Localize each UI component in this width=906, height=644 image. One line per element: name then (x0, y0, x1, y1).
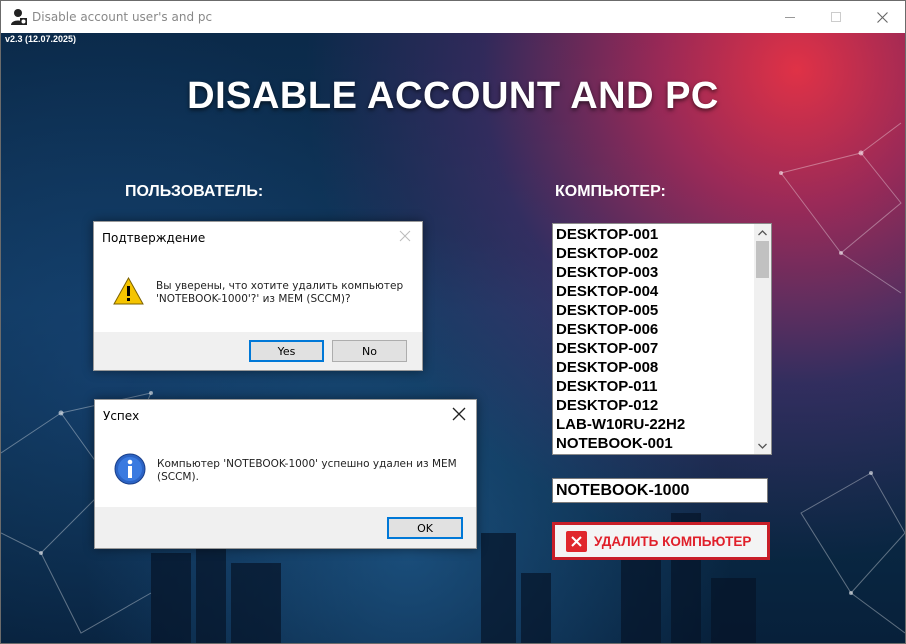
computer-list-item[interactable]: DESKTOP-008 (556, 358, 751, 377)
user-section-label: ПОЛЬЗОВАТЕЛЬ: (125, 183, 264, 200)
computer-list-item[interactable]: DESKTOP-006 (556, 320, 751, 339)
success-dialog-title: Успех (103, 409, 140, 423)
info-icon (114, 453, 146, 485)
chevron-up-icon (758, 229, 767, 235)
close-icon[interactable] (451, 406, 467, 422)
computer-name-input[interactable]: NOTEBOOK-1000 (552, 478, 768, 503)
computer-list-item[interactable]: DESKTOP-003 (556, 263, 751, 282)
success-message-line1: Компьютер 'NOTEBOOK-1000' успешно удален… (157, 458, 457, 470)
computer-list-item[interactable]: NOTEBOOK-001 (556, 434, 751, 453)
no-button[interactable]: No (332, 340, 407, 362)
confirm-dialog-footer: Yes No (94, 332, 422, 370)
yes-button[interactable]: Yes (249, 340, 324, 362)
delete-computer-label: УДАЛИТЬ КОМПЬЮТЕР (594, 533, 752, 549)
confirm-message-line1: Вы уверены, что хотите удалить компьютер (156, 280, 404, 292)
title-bar[interactable]: Disable account user's and pc (1, 1, 905, 33)
minimize-icon (784, 16, 795, 18)
computer-list-items: DESKTOP-001 DESKTOP-002 DESKTOP-003 DESKTOP… (556, 225, 751, 453)
computer-list-item[interactable]: DESKTOP-001 (556, 225, 751, 244)
close-icon (876, 11, 888, 23)
minimize-button[interactable] (767, 1, 813, 33)
close-button[interactable] (859, 1, 905, 33)
computer-list-item[interactable]: DESKTOP-002 (556, 244, 751, 263)
computer-list-item[interactable]: DESKTOP-005 (556, 301, 751, 320)
chevron-down-icon (758, 443, 767, 449)
confirm-dialog: Подтверждение Вы уверены, что хотите уда… (93, 221, 423, 371)
computer-list-item[interactable]: DESKTOP-012 (556, 396, 751, 415)
window-title: Disable account user's and pc (32, 10, 213, 24)
confirm-dialog-title: Подтверждение (102, 231, 206, 245)
success-message-line2: (SCCM). (157, 471, 199, 483)
version-label: v2.3 (12.07.2025) (5, 34, 77, 44)
success-dialog: Успех Компьютер 'NOTEBOOK-1000' успешно … (94, 399, 477, 549)
close-icon[interactable] (397, 228, 413, 244)
delete-icon (566, 530, 587, 552)
maximize-icon (830, 11, 841, 22)
delete-computer-button[interactable]: УДАЛИТЬ КОМПЬЮТЕР (552, 522, 770, 560)
confirm-message: Вы уверены, что хотите удалить компьютер… (156, 280, 403, 306)
computer-list-item[interactable]: LAB-W10RU-22H2 (556, 415, 751, 434)
computer-section-label: КОМПЬЮТЕР: (555, 183, 666, 200)
scroll-thumb[interactable] (756, 241, 769, 278)
computer-list-item[interactable]: DESKTOP-007 (556, 339, 751, 358)
warning-icon (113, 277, 144, 305)
success-message: Компьютер 'NOTEBOOK-1000' успешно удален… (157, 458, 457, 484)
success-dialog-footer: OK (95, 507, 476, 548)
computer-list[interactable]: DESKTOP-001 DESKTOP-002 DESKTOP-003 DESKTOP… (552, 223, 772, 455)
computer-list-scrollbar[interactable] (754, 224, 771, 454)
computer-list-item[interactable]: DESKTOP-004 (556, 282, 751, 301)
app-window: Disable account user's and pc v2.3 (12.0… (0, 0, 906, 644)
scroll-down-button[interactable] (754, 437, 771, 454)
scroll-up-button[interactable] (754, 224, 771, 241)
page-title: DISABLE ACCOUNT AND PC (187, 75, 719, 117)
computer-list-item[interactable]: DESKTOP-011 (556, 377, 751, 396)
maximize-button[interactable] (813, 1, 859, 33)
ok-button[interactable]: OK (387, 517, 463, 539)
user-account-icon (11, 9, 27, 25)
confirm-message-line2: 'NOTEBOOK-1000'?' из MEM (SCCM)? (156, 293, 351, 305)
